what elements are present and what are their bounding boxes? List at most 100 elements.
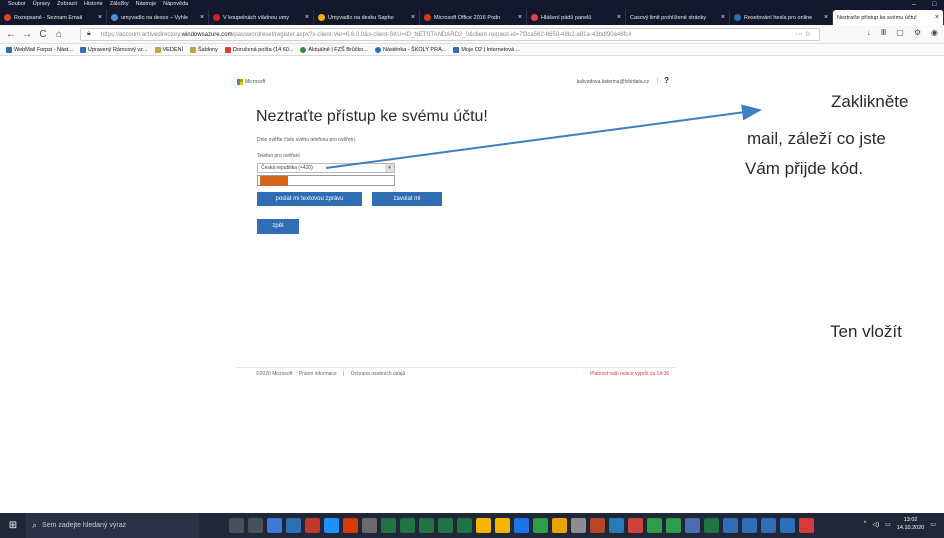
tab-active-account[interactable]: Neztraťte přístup ke svému účtu! × (833, 10, 944, 25)
taskbar-app-icon[interactable] (571, 518, 586, 533)
taskbar-app-icon[interactable] (495, 518, 510, 533)
send-text-message-button[interactable]: poslat mi textovou zprávu (257, 192, 362, 206)
tab-office[interactable]: Microsoft Office 2016 Podn × (420, 10, 527, 25)
bookmark-webmail[interactable]: WebMail Forpsi - Nást... (6, 46, 73, 53)
taskbar-app-icon[interactable] (609, 518, 624, 533)
bookmark-icon (6, 46, 12, 53)
office-icon (424, 14, 431, 21)
taskbar-app-icon[interactable] (324, 518, 339, 533)
taskbar-app-icon[interactable] (381, 518, 396, 533)
tab-label: umyvadlo na desce – Vyhle (121, 14, 189, 21)
library-icon[interactable]: Ⅲ (881, 28, 887, 37)
home-button[interactable]: ⌂ (54, 29, 64, 40)
bookmark-aktualne[interactable]: Aktuálně | FZŠ Brůčko... (300, 46, 368, 53)
country-select[interactable]: Česká republika (+420) ▾ (257, 163, 395, 173)
menu-view[interactable]: Zobrazit (57, 0, 77, 9)
volume-icon[interactable]: ◁) (873, 521, 880, 528)
taskbar-app-icon[interactable] (552, 518, 567, 533)
site-icon (213, 14, 220, 21)
forward-button[interactable]: → (22, 29, 32, 40)
taskbar-app-icon[interactable] (362, 518, 377, 533)
legal-link[interactable]: Právní informace (299, 371, 337, 377)
close-icon[interactable]: × (98, 14, 102, 21)
tab-crash-report[interactable]: Hlášení pádů panelů × (527, 10, 626, 25)
menu-history[interactable]: Historie (84, 0, 103, 9)
page-actions-icon[interactable]: ··· ☆ (796, 29, 811, 40)
taskbar-app-icon[interactable] (628, 518, 643, 533)
taskbar-app-icon[interactable] (742, 518, 757, 533)
taskbar-app-icon[interactable] (400, 518, 415, 533)
tab-seznam-email[interactable]: Rozepsané - Seznam Email × (0, 10, 107, 25)
taskbar-app-icon[interactable] (685, 518, 700, 533)
minimize-window-button[interactable]: – (912, 0, 916, 9)
close-icon[interactable]: × (824, 14, 828, 21)
extension-icon[interactable]: ⚙ (914, 28, 921, 37)
taskbar-app-icon[interactable] (533, 518, 548, 533)
taskbar-app-icon[interactable] (590, 518, 605, 533)
help-button[interactable]: ? (664, 76, 669, 85)
call-me-button[interactable]: zavolat mi (372, 192, 442, 206)
back-button[interactable]: zpět (257, 219, 299, 234)
taskbar-app-icon[interactable] (438, 518, 453, 533)
close-icon[interactable]: × (617, 14, 621, 21)
taskbar-app-icon[interactable] (666, 518, 681, 533)
lock-icon: 🔒︎ (87, 30, 91, 37)
menu-file[interactable]: Soubor (8, 0, 26, 9)
close-icon[interactable]: × (200, 14, 204, 21)
downloads-icon[interactable]: ↓ (867, 28, 871, 37)
taskbar-search[interactable]: ⌕ Sem zadejte hledaný výraz (26, 513, 199, 538)
taskbar-app-icon[interactable] (343, 518, 358, 533)
close-icon[interactable]: × (411, 14, 415, 21)
menu-bookmarks[interactable]: Záložky (110, 0, 129, 9)
tab-koupelny[interactable]: V koupelnách vládnou umy × (209, 10, 314, 25)
taskbar-app-icon[interactable] (476, 518, 491, 533)
address-bar[interactable]: 🔒︎ https://account.activedirectory. windo… (80, 28, 820, 41)
bookmark-vedeni[interactable]: VEDENÍ (154, 46, 183, 53)
privacy-link[interactable]: Ochrana osobních údajů (351, 371, 405, 377)
taskbar-app-icon[interactable] (457, 518, 472, 533)
bookmark-gmail[interactable]: Doručená pošta (14 60... (224, 46, 293, 53)
account-icon[interactable]: ◉ (931, 28, 938, 37)
close-icon[interactable]: × (305, 14, 309, 21)
taskbar-app-icon[interactable] (514, 518, 529, 533)
taskbar-app-icon[interactable] (419, 518, 434, 533)
taskbar-app-icon[interactable] (799, 518, 814, 533)
bookmark-sablony[interactable]: Šablony (189, 46, 218, 53)
tab-password-reset[interactable]: Resetování hesla pro online × (730, 10, 833, 25)
taskbar-clock[interactable]: 13:02 14.10.2020 (897, 516, 925, 532)
taskbar-app-icon[interactable] (647, 518, 662, 533)
taskbar-app-icon[interactable] (286, 518, 301, 533)
sidebar-icon[interactable]: ▢ (896, 28, 904, 37)
network-icon[interactable]: ▭ (885, 521, 891, 528)
back-button[interactable]: ← (6, 29, 16, 40)
taskbar-app-icon[interactable] (704, 518, 719, 533)
tab-sapho[interactable]: Umyvadlo na desku Sapho × (314, 10, 420, 25)
menu-help[interactable]: Nápověda (163, 0, 188, 9)
menu-tools[interactable]: Nástroje (136, 0, 156, 9)
tray-chevron-icon[interactable]: ^ (864, 521, 867, 527)
close-icon[interactable]: × (935, 14, 939, 21)
tab-label: Časový limit prohlížené stránky (630, 14, 707, 21)
bookmark-o2[interactable]: Moje O2 | Internetová ... (453, 46, 520, 53)
taskbar-app-icon[interactable] (267, 518, 282, 533)
menu-edit[interactable]: Úpravy (33, 0, 50, 9)
taskbar-app-icon[interactable] (305, 518, 320, 533)
phone-number-input[interactable] (257, 175, 395, 186)
close-icon[interactable]: × (721, 14, 725, 21)
tab-umyvadlo-search[interactable]: umyvadlo na desce – Vyhle × (107, 10, 209, 25)
reload-button[interactable]: C (38, 29, 48, 40)
tab-timeout[interactable]: Časový limit prohlížené stránky × (626, 10, 730, 25)
bookmark-ramcovy[interactable]: Upravený Rámcový vz... (79, 46, 148, 53)
taskbar-app-icon[interactable] (761, 518, 776, 533)
taskbar-app-icon[interactable] (723, 518, 738, 533)
notifications-icon[interactable]: ▭ (930, 521, 936, 528)
close-icon[interactable]: × (518, 14, 522, 21)
bookmark-nastenka[interactable]: Nástěnka - ŠKOLY PRA... (374, 46, 446, 53)
taskbar-app-icon[interactable] (248, 518, 263, 533)
maximize-window-button[interactable]: □ (932, 0, 936, 9)
annotation-text: Zaklikněte (831, 92, 909, 111)
windows-start-icon[interactable]: ⊞ (0, 520, 26, 531)
taskbar-app-icon[interactable] (780, 518, 795, 533)
taskbar-app-icon[interactable] (229, 518, 244, 533)
url-prefix: https://account.activedirectory. (101, 31, 182, 38)
